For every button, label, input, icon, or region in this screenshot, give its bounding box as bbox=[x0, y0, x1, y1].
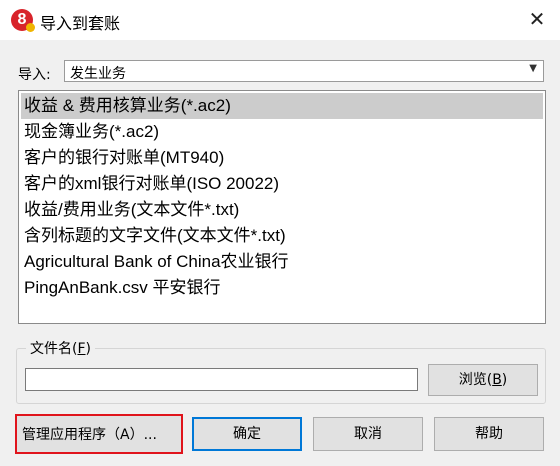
cancel-button[interactable]: 取消 bbox=[313, 417, 423, 451]
dialog-body: 导入: 发生业务 ▼ 收益 & 费用核算业务(*.ac2) 现金簿业务(*.ac… bbox=[0, 40, 560, 466]
list-item[interactable]: Agricultural Bank of China农业银行 bbox=[21, 249, 543, 275]
list-item[interactable]: 含列标题的文字文件(文本文件*.txt) bbox=[21, 223, 543, 249]
filename-field[interactable] bbox=[25, 368, 418, 391]
close-button[interactable]: ✕ bbox=[514, 0, 560, 38]
dropdown-arrow-icon[interactable]: ▼ bbox=[529, 63, 537, 74]
import-type-value: 发生业务 bbox=[70, 66, 126, 82]
title-bar: 8 导入到套账 ✕ bbox=[0, 0, 560, 40]
manage-applications-button[interactable]: 管理应用程序（A）... bbox=[15, 414, 183, 454]
import-format-list[interactable]: 收益 & 费用核算业务(*.ac2) 现金簿业务(*.ac2) 客户的银行对账单… bbox=[18, 90, 546, 324]
list-item[interactable]: 现金簿业务(*.ac2) bbox=[21, 119, 543, 145]
list-item[interactable]: 客户的xml银行对账单(ISO 20022) bbox=[21, 171, 543, 197]
list-item[interactable]: 收益 & 费用核算业务(*.ac2) bbox=[21, 93, 543, 119]
app-logo-icon: 8 bbox=[11, 9, 35, 32]
list-item[interactable]: 客户的银行对账单(MT940) bbox=[21, 145, 543, 171]
list-item[interactable]: 收益/费用业务(文本文件*.txt) bbox=[21, 197, 543, 223]
import-type-select[interactable]: 发生业务 ▼ bbox=[64, 60, 544, 82]
list-item[interactable]: PingAnBank.csv 平安银行 bbox=[21, 275, 543, 301]
help-button[interactable]: 帮助 bbox=[434, 417, 544, 451]
filename-label: 文件名(F) bbox=[26, 338, 95, 358]
ok-button[interactable]: 确定 bbox=[192, 417, 302, 451]
import-label: 导入: bbox=[18, 67, 51, 83]
window-title: 导入到套账 bbox=[40, 14, 121, 33]
browse-button[interactable]: 浏览(B) bbox=[428, 364, 538, 396]
